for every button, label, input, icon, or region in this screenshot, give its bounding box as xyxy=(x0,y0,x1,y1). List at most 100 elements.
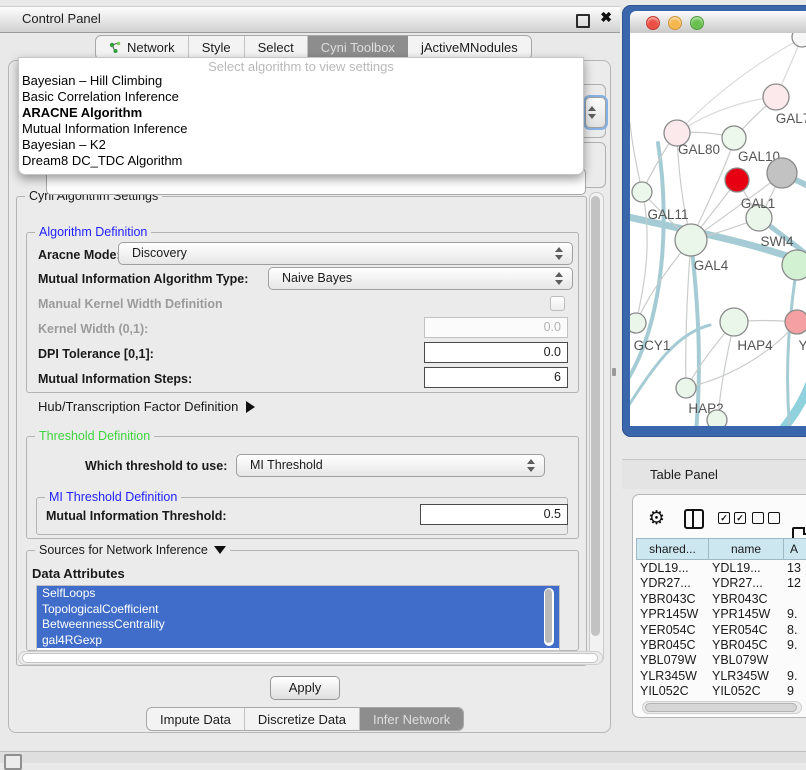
data-attribute-item[interactable]: gal4RGexp xyxy=(37,633,559,649)
table-cell[interactable]: YPR145W xyxy=(708,607,782,622)
table-cell[interactable]: 9 xyxy=(783,684,806,699)
panel-divider-handle[interactable] xyxy=(612,368,616,376)
network-node[interactable] xyxy=(676,378,696,398)
gear-icon[interactable]: ⚙ xyxy=(648,509,665,528)
network-edge[interactable] xyxy=(778,363,806,426)
sources-group-title-wrap[interactable]: Sources for Network Inference xyxy=(35,543,230,557)
table-hscrollbar-thumb[interactable] xyxy=(645,703,797,712)
settings-scrollbar[interactable] xyxy=(589,192,604,664)
mi-algorithm-type-select[interactable]: Naive Bayes xyxy=(268,267,573,290)
zoom-traffic-light-icon[interactable] xyxy=(690,16,704,30)
data-attribute-item[interactable]: SelfLoops xyxy=(37,586,559,602)
table-cell[interactable]: YBR045C xyxy=(636,638,710,653)
column-header-clipped[interactable]: A xyxy=(783,538,806,560)
network-node[interactable] xyxy=(707,410,727,426)
network-node[interactable] xyxy=(725,168,749,192)
data-attribute-item[interactable]: BetweennessCentrality xyxy=(37,617,559,633)
algorithm-option[interactable]: Mutual Information Inference xyxy=(22,121,578,137)
algorithm-option[interactable]: Bayesian – K2 xyxy=(22,137,578,153)
checked-pair-icon[interactable]: ✓ ✓ xyxy=(718,512,746,524)
minimize-traffic-light-icon[interactable] xyxy=(668,16,682,30)
network-edge[interactable] xyxy=(686,240,691,386)
close-traffic-light-icon[interactable] xyxy=(646,16,660,30)
network-node[interactable] xyxy=(720,308,748,336)
split-columns-icon[interactable] xyxy=(684,509,704,529)
dpi-tolerance-input[interactable]: 0.0 xyxy=(424,342,568,363)
mi-threshold-input[interactable]: 0.5 xyxy=(420,504,568,525)
network-node[interactable] xyxy=(630,313,646,333)
column-header-shared-name[interactable]: shared... xyxy=(636,538,709,560)
settings-scrollbar-thumb[interactable] xyxy=(591,196,600,636)
kernel-width-label: Kernel Width (0,1): xyxy=(38,322,148,336)
algorithm-option[interactable]: Bayesian – Hill Climbing xyxy=(22,73,578,89)
which-threshold-select[interactable]: MI Threshold xyxy=(236,454,545,477)
data-attributes-list[interactable]: SelfLoopsTopologicalCoefficientBetweenne… xyxy=(36,585,560,651)
table-cell[interactable]: YDL19... xyxy=(636,561,710,576)
attributes-list-scrollbar[interactable] xyxy=(544,588,554,646)
algorithm-option[interactable]: Dream8 DC_TDC Algorithm xyxy=(22,153,578,169)
attributes-list-scrollbar-thumb[interactable] xyxy=(545,589,552,643)
network-node[interactable] xyxy=(763,84,789,110)
table-cell[interactable]: YBL079W xyxy=(636,653,710,668)
table-cell[interactable]: 12 xyxy=(783,576,806,591)
table-cell[interactable]: YDL19... xyxy=(708,561,782,576)
kernel-width-input[interactable]: 0.0 xyxy=(424,317,568,338)
algorithm-combo-fragment[interactable] xyxy=(585,97,606,128)
table-cell[interactable]: YBR043C xyxy=(636,592,710,607)
tab-network[interactable]: Network xyxy=(96,36,189,59)
table-hscrollbar[interactable] xyxy=(642,701,802,714)
tab-impute-data[interactable]: Impute Data xyxy=(147,708,245,730)
mi-steps-input[interactable]: 6 xyxy=(424,367,568,388)
table-cell[interactable]: YPR145W xyxy=(636,607,710,622)
network-edge[interactable] xyxy=(677,97,774,133)
data-attribute-item[interactable]: TopologicalCoefficient xyxy=(37,602,559,618)
tab-cyni-toolbox[interactable]: Cyni Toolbox xyxy=(308,36,408,59)
network-node[interactable] xyxy=(767,158,797,188)
table-cell[interactable]: YBR045C xyxy=(708,638,782,653)
unchecked-pair-icon[interactable] xyxy=(752,512,780,524)
network-edge[interactable] xyxy=(788,265,797,426)
float-window-icon[interactable] xyxy=(576,14,590,28)
tab-jactivemnodules[interactable]: jActiveMNodules xyxy=(408,36,531,59)
tab-discretize-data[interactable]: Discretize Data xyxy=(245,708,360,730)
network-node[interactable] xyxy=(632,182,652,202)
table-cell[interactable] xyxy=(783,653,806,668)
table-cell[interactable]: 9. xyxy=(783,607,806,622)
table-cell[interactable]: YDR27... xyxy=(636,576,710,591)
algorithm-option[interactable]: ARACNE Algorithm xyxy=(22,105,578,121)
network-node[interactable] xyxy=(785,310,806,334)
table-cell[interactable]: YLR345W xyxy=(636,669,710,684)
restore-panel-icon[interactable] xyxy=(4,754,22,770)
column-header-name[interactable]: name xyxy=(708,538,784,560)
close-icon[interactable]: ✖ xyxy=(600,9,612,26)
apply-button[interactable]: Apply xyxy=(270,676,340,700)
table-cell[interactable]: YBL079W xyxy=(708,653,782,668)
table-cell[interactable]: 9. xyxy=(783,669,806,684)
network-node[interactable] xyxy=(782,250,806,280)
settings-hscrollbar-thumb[interactable] xyxy=(22,653,598,663)
table-cell[interactable]: YBR043C xyxy=(708,592,782,607)
settings-hscrollbar[interactable] xyxy=(18,651,603,665)
table-cell[interactable]: 9. xyxy=(783,638,806,653)
table-cell[interactable]: YIL052C xyxy=(636,684,710,699)
network-node[interactable] xyxy=(792,33,806,47)
table-cell[interactable]: YER054C xyxy=(636,623,710,638)
tab-style[interactable]: Style xyxy=(189,36,245,59)
algorithm-option[interactable]: Basic Correlation Inference xyxy=(22,89,578,105)
table-cell[interactable]: 13 xyxy=(783,561,806,576)
table-cell[interactable]: 8. xyxy=(783,623,806,638)
network-node[interactable] xyxy=(675,224,707,256)
manual-kernel-width-checkbox[interactable] xyxy=(550,296,565,311)
network-node[interactable] xyxy=(722,126,746,150)
network-window-titlebar[interactable] xyxy=(630,11,806,34)
table-cell[interactable]: YIL052C xyxy=(708,684,782,699)
tab-select[interactable]: Select xyxy=(245,36,308,59)
hub-definition-expander[interactable]: Hub/Transcription Factor Definition xyxy=(38,399,255,414)
tab-infer-network[interactable]: Infer Network xyxy=(360,708,463,730)
table-cell[interactable]: YDR27... xyxy=(708,576,782,591)
network-canvas[interactable]: GAL7GAL80GAL10GAL11GAL1GAL4SWI4HAP4YGCY1… xyxy=(630,33,806,426)
aracne-mode-select[interactable]: Discovery xyxy=(118,242,573,265)
table-cell[interactable]: YLR345W xyxy=(708,669,782,684)
table-cell[interactable] xyxy=(783,592,806,607)
table-cell[interactable]: YER054C xyxy=(708,623,782,638)
